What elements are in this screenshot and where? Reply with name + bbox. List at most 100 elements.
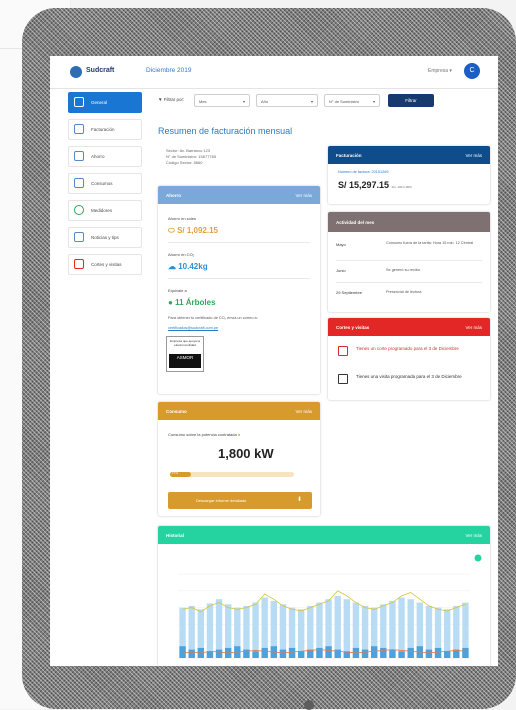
meter-icon bbox=[74, 205, 84, 215]
chart-bar bbox=[434, 647, 442, 658]
chart-bar bbox=[279, 649, 287, 658]
invoice-amount-unit: Fin. 100 ó 00% bbox=[391, 185, 412, 189]
divider bbox=[336, 282, 482, 283]
supply-select[interactable]: N° de Suministro ▾ bbox=[324, 94, 380, 107]
sidebar-item-noticias[interactable]: Noticias y tips bbox=[68, 227, 142, 248]
top-bar: Sudcraft Diciembre 2019 Empresa ▾ C bbox=[50, 56, 498, 89]
company-menu[interactable]: Empresa ▾ bbox=[428, 68, 452, 74]
company-label: Empresa bbox=[428, 68, 449, 74]
client-line: Código Sector: 5660 bbox=[166, 160, 203, 165]
sidebar-item-label: General bbox=[91, 100, 108, 105]
historial-more-link[interactable]: Ver más bbox=[465, 533, 482, 538]
sidebar-item-ahorro[interactable]: Ahorro bbox=[68, 146, 142, 167]
historial-card: Historial Ver más bbox=[158, 526, 490, 666]
filter-bar: ▼ Filtrar por: Mes ▾ Año ▾ N° de Suministr… bbox=[158, 94, 488, 108]
chart-bar bbox=[370, 646, 378, 658]
ahorro-equiv-label: Equivale a bbox=[168, 288, 187, 293]
divider bbox=[168, 278, 310, 279]
cortes-more-link[interactable]: Ver más bbox=[465, 325, 482, 330]
card-title: Facturación bbox=[336, 153, 362, 158]
avatar[interactable]: C bbox=[464, 63, 480, 79]
chart-bar bbox=[425, 649, 433, 658]
period-selector[interactable]: Diciembre 2019 bbox=[146, 67, 192, 74]
sidebar-item-label: Cortes y visitas bbox=[91, 262, 122, 267]
activity-row-label: Junio bbox=[336, 268, 346, 273]
chevron-down-icon: ▾ bbox=[242, 99, 245, 104]
chart-info-icon[interactable] bbox=[474, 554, 482, 562]
facturacion-more-link[interactable]: Ver más bbox=[465, 153, 482, 158]
card-title: Historial bbox=[166, 533, 185, 538]
chart-bar bbox=[398, 651, 405, 658]
cert-email-link[interactable]: certificados@sudcraft.com.pe bbox=[168, 326, 218, 331]
page-title: Resumen de facturación mensual bbox=[158, 126, 293, 136]
ahorro-monto-value: ⬭ S/ 1,092.15 bbox=[168, 226, 218, 236]
chart-bar bbox=[297, 651, 305, 658]
filter-icon: ▼ bbox=[158, 97, 163, 102]
facturacion-card-header: Facturación Ver más bbox=[328, 146, 490, 164]
home-icon bbox=[74, 97, 84, 107]
chart-bar bbox=[252, 651, 259, 658]
ahorro-card: Ahorro Ver más Ahorro en soles ⬭ S/ 1,09… bbox=[158, 186, 320, 394]
calendar-icon bbox=[338, 374, 348, 384]
chart-bar bbox=[179, 646, 186, 658]
month-select-value: Mes bbox=[199, 99, 207, 104]
card-title: Actividad del mes bbox=[336, 220, 375, 225]
ahorro-card-header: Ahorro Ver más bbox=[158, 186, 320, 204]
consumo-more-link[interactable]: Ver más bbox=[295, 409, 312, 414]
invoice-icon bbox=[74, 124, 84, 134]
cloud-icon: ☁ bbox=[168, 262, 176, 271]
activity-row-label: 29 Septiembre bbox=[336, 290, 363, 295]
chart-bar bbox=[407, 647, 414, 658]
sidebar: General Facturación Ahorro Consumos Medi… bbox=[68, 92, 142, 281]
ahorro-more-link[interactable]: Ver más bbox=[295, 193, 312, 198]
year-select[interactable]: Año ▾ bbox=[256, 94, 318, 107]
certification-badge: Empresa que apoya la electromovilidad AS… bbox=[166, 336, 204, 372]
consumo-card-header: Consumo Ver más bbox=[158, 402, 320, 420]
sidebar-item-label: Ahorro bbox=[91, 154, 105, 159]
chart-bar bbox=[443, 651, 451, 658]
chevron-down-icon: ▾ bbox=[372, 99, 375, 104]
consumo-card: Consumo Ver más Consumo sobre la potenci… bbox=[158, 402, 320, 516]
chart-bar bbox=[252, 602, 259, 658]
card-title: Ahorro bbox=[166, 193, 181, 198]
ahorro-equiv-value: ● 11 Árboles bbox=[168, 298, 216, 307]
supply-select-value: N° de Suministro bbox=[329, 99, 360, 104]
logo-icon bbox=[70, 66, 82, 78]
bar-chart-icon bbox=[74, 178, 84, 188]
sidebar-item-cortes[interactable]: Cortes y visitas bbox=[68, 254, 142, 275]
chart-bar bbox=[361, 649, 369, 658]
news-icon bbox=[74, 232, 84, 242]
divider bbox=[168, 242, 310, 243]
chart-bar bbox=[188, 649, 195, 658]
sidebar-item-general[interactable]: General bbox=[68, 92, 142, 113]
chevron-down-icon: ▾ bbox=[310, 99, 313, 104]
sidebar-item-consumos[interactable]: Consumos bbox=[68, 173, 142, 194]
actividad-card-header: Actividad del mes bbox=[328, 212, 490, 232]
sidebar-item-label: Consumos bbox=[91, 181, 113, 186]
historial-card-header: Historial Ver más bbox=[158, 526, 490, 544]
filter-button[interactable]: Filtrar bbox=[388, 94, 434, 107]
invoice-amount: S/ 15,297.15 Fin. 100 ó 00% bbox=[338, 180, 412, 190]
piggy-bank-icon bbox=[74, 151, 84, 161]
activity-row-desc: Se generó su recibo bbox=[386, 268, 420, 272]
invoice-number: Número de factura: 20151269 bbox=[338, 170, 389, 174]
calendar-icon bbox=[338, 346, 348, 356]
sidebar-item-medidores[interactable]: Medidores bbox=[68, 200, 142, 221]
download-report-button[interactable]: Descargar informe detallado ⬇ bbox=[168, 492, 312, 509]
cortes-card-header: Cortes y visitas Ver más bbox=[328, 318, 490, 336]
chart-bar bbox=[206, 603, 214, 658]
month-select[interactable]: Mes ▾ bbox=[194, 94, 250, 107]
corte-item: Tienes un corte programado para el 3 de … bbox=[356, 346, 459, 351]
chart-bar bbox=[398, 597, 405, 658]
filter-label-text: Filtrar por: bbox=[163, 97, 185, 102]
chart-bar bbox=[215, 599, 223, 658]
card-title: Consumo bbox=[166, 409, 187, 414]
badge-bottom-text: ASMOR bbox=[169, 354, 201, 368]
chart-bar bbox=[206, 651, 214, 658]
ahorro-monto-label: Ahorro en soles bbox=[168, 216, 197, 221]
facturacion-card: Facturación Ver más Número de factura: 2… bbox=[328, 146, 490, 204]
download-label: Descargar informe detallado bbox=[196, 498, 247, 503]
sidebar-item-facturacion[interactable]: Facturación bbox=[68, 119, 142, 140]
filter-label: ▼ Filtrar por: bbox=[158, 97, 184, 102]
year-select-value: Año bbox=[261, 99, 269, 104]
